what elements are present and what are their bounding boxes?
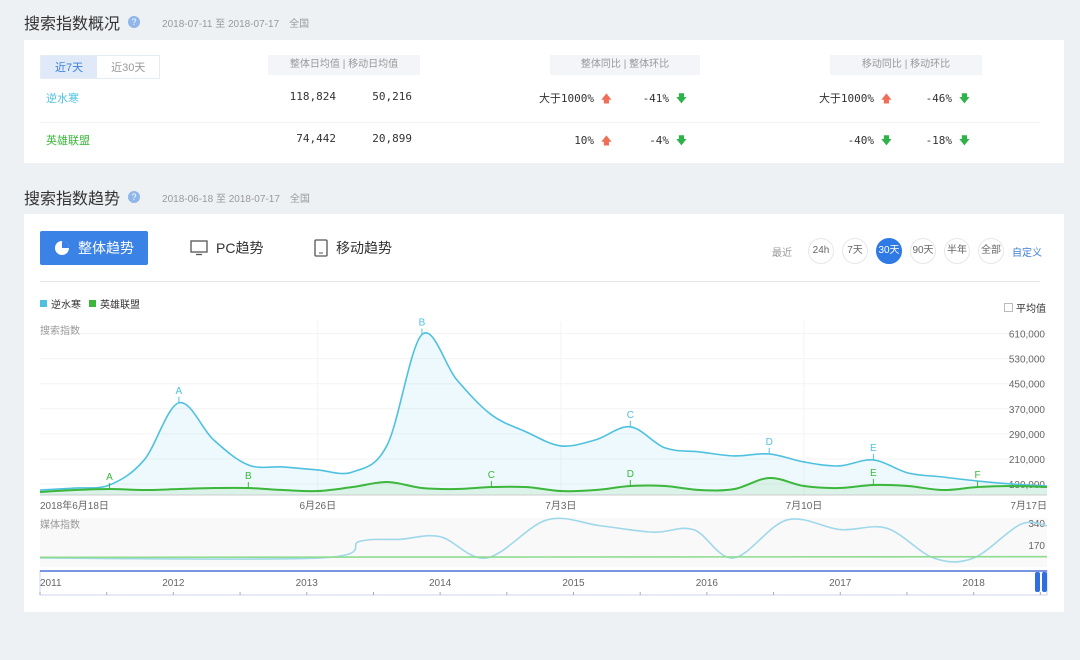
overall-yoy: 10% 🡅: [574, 134, 612, 147]
tab-7-days[interactable]: 近7天: [41, 56, 98, 78]
overall-avg: 118,824: [289, 90, 336, 103]
timeline-year-label: 2011: [40, 578, 62, 589]
y-tick-label: 290,000: [1009, 430, 1046, 441]
arrow-down-icon: 🡇: [958, 92, 970, 105]
header-mobile-compare: 移动同比 | 移动环比: [830, 55, 982, 75]
y-tick-label: 370,000: [1009, 405, 1046, 416]
media-axis-label: 媒体指数: [40, 518, 80, 531]
trend-date-range: 2018-06-18 至 2018-07-17: [162, 193, 280, 205]
help-icon[interactable]: ?: [128, 16, 141, 28]
timeline-year-label: 2012: [162, 578, 185, 589]
media-y-tick: 170: [1028, 541, 1045, 552]
y-axis-label: 搜索指数: [40, 324, 80, 337]
row-divider: [40, 122, 1040, 123]
mobile-avg: 50,216: [372, 90, 412, 103]
arrow-down-icon: 🡇: [675, 134, 687, 147]
keyword-link[interactable]: 逆水寒: [46, 90, 79, 106]
y-tick-label: 530,000: [1009, 355, 1046, 366]
arrow-down-icon: 🡇: [675, 92, 687, 105]
series-area: [40, 332, 1047, 495]
mobile-mom: -46% 🡇: [925, 92, 970, 105]
timeline-year-label: 2016: [696, 578, 719, 589]
annotation-A: A: [106, 472, 113, 483]
annotation-A: A: [176, 386, 183, 397]
x-tick-label: 7月3日: [545, 500, 576, 512]
annotation-F: F: [974, 470, 980, 481]
overview-card: 近7天 近30天 整体日均值 | 移动日均值 整体同比 | 整体环比 移动同比 …: [24, 40, 1064, 163]
help-icon[interactable]: ?: [128, 191, 141, 203]
header-overall-compare: 整体同比 | 整体环比: [550, 55, 700, 75]
annotation-B: B: [245, 471, 252, 482]
mobile-mom: -18% 🡇: [925, 134, 970, 147]
x-tick-label: 2018年6月18日: [40, 499, 109, 512]
tab-30-days[interactable]: 近30天: [97, 56, 159, 78]
overview-date-range: 2018-07-11 至 2018-07-17: [162, 18, 280, 30]
timeline-year-label: 2013: [296, 578, 319, 589]
trend-header: 搜索指数趋势 ? 2018-06-18 至 2018-07-17 全国: [24, 185, 310, 209]
arrow-down-icon: 🡇: [958, 134, 970, 147]
timeline-handle[interactable]: [1035, 572, 1040, 592]
timeline-year-label: 2018: [963, 578, 986, 589]
y-tick-label: 450,000: [1009, 380, 1046, 391]
annotation-E: E: [870, 443, 877, 454]
trend-card: 整体趋势 PC趋势 移动趋势 最近 24h 7天 30天 90天 半年 全部 自定义 逆水…: [24, 214, 1064, 612]
period-toggle: 近7天 近30天: [40, 55, 161, 79]
timeline-year-label: 2015: [562, 578, 585, 589]
annotation-C: C: [488, 470, 495, 481]
timeline-slider: [39, 570, 1048, 596]
trend-title: 搜索指数趋势: [24, 191, 121, 208]
timeline-year-label: 2017: [829, 578, 852, 589]
mobile-yoy: 大于1000% 🡅: [818, 92, 892, 105]
overview-title: 搜索指数概况: [24, 16, 121, 33]
y-tick-label: 210,000: [1009, 455, 1046, 466]
timeline-handle[interactable]: [1042, 572, 1047, 592]
annotation-D: D: [766, 437, 773, 448]
overall-mom: -4% 🡇: [649, 134, 687, 147]
x-tick-label: 6月26日: [299, 500, 336, 512]
mobile-yoy: -40% 🡇: [847, 134, 892, 147]
annotation-C: C: [627, 410, 634, 421]
overall-mom: -41% 🡇: [642, 92, 687, 105]
arrow-up-icon: 🡅: [880, 92, 892, 105]
overview-region: 全国: [289, 18, 310, 30]
media-series-line: [39, 555, 1048, 559]
trend-region: 全国: [289, 193, 310, 205]
arrow-down-icon: 🡇: [880, 134, 892, 147]
trend-chart: 130,000210,000290,000370,000450,000530,0…: [39, 318, 1048, 596]
annotation-B: B: [419, 318, 426, 329]
annotation-E: E: [870, 468, 877, 479]
overview-header: 搜索指数概况 ? 2018-07-11 至 2018-07-17 全国: [24, 10, 309, 34]
x-tick-label: 7月10日: [786, 500, 823, 512]
timeline-year-label: 2014: [429, 578, 452, 589]
arrow-up-icon: 🡅: [600, 92, 612, 105]
arrow-up-icon: 🡅: [600, 134, 612, 147]
mobile-avg: 20,899: [372, 132, 412, 145]
overall-avg: 74,442: [296, 132, 336, 145]
y-tick-label: 610,000: [1009, 330, 1046, 341]
header-daily-avg: 整体日均值 | 移动日均值: [268, 55, 420, 75]
overall-yoy: 大于1000% 🡅: [538, 92, 612, 105]
annotation-D: D: [627, 469, 634, 480]
keyword-link[interactable]: 英雄联盟: [46, 132, 90, 148]
x-tick-label: 7月17日: [1010, 500, 1047, 512]
